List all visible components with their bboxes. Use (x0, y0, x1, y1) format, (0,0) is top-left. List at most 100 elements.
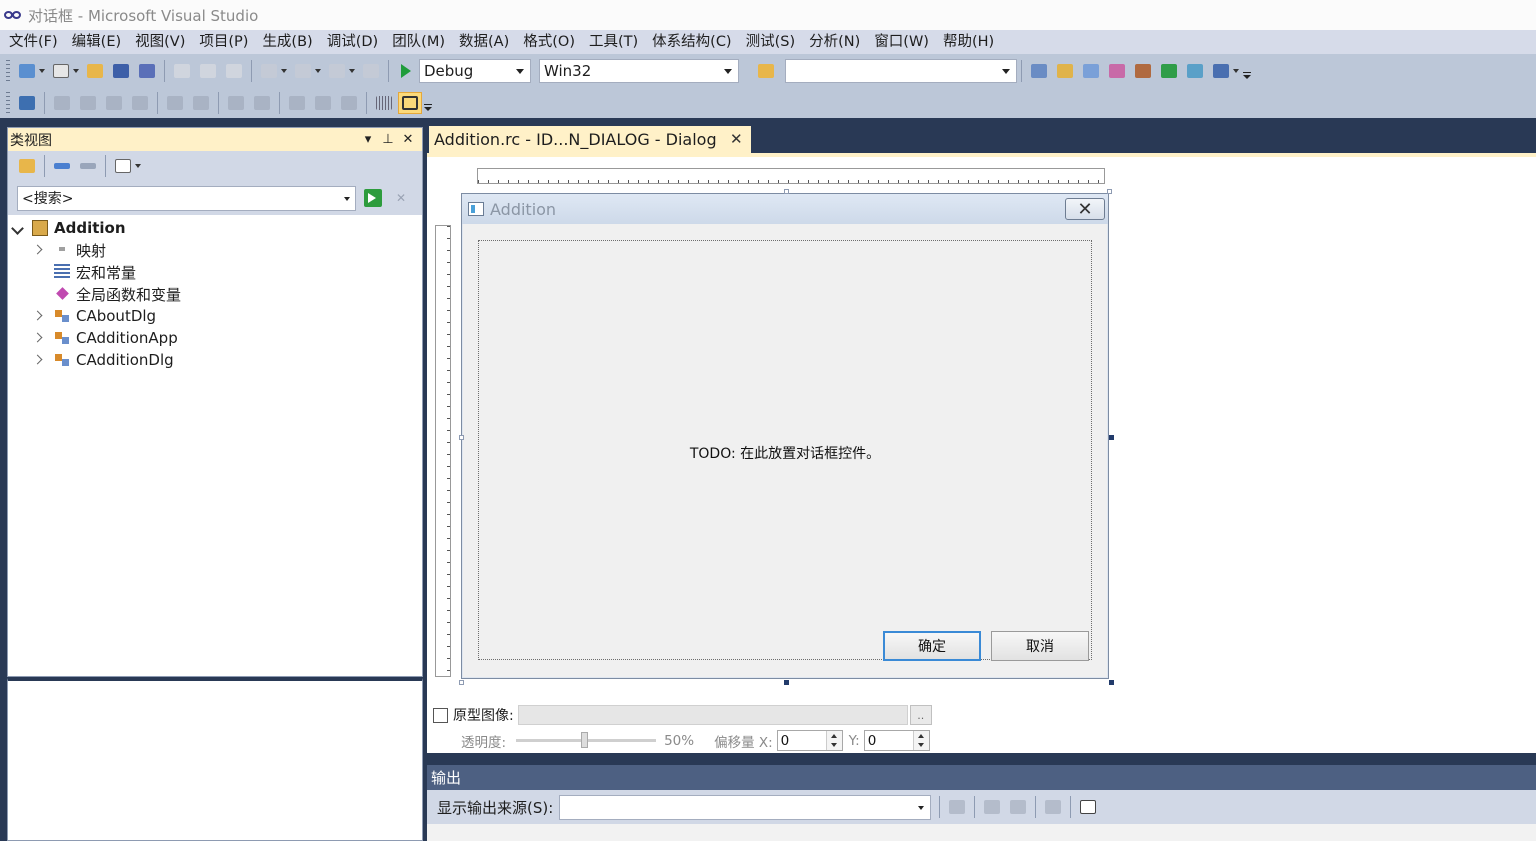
paste-icon[interactable] (222, 60, 246, 82)
solution-platform-select[interactable]: Win32 (539, 58, 739, 83)
menu-file[interactable]: 文件(F) (2, 31, 65, 53)
ok-button[interactable]: 确定 (883, 631, 981, 661)
resize-handle[interactable] (459, 435, 464, 440)
class-view-settings-icon[interactable] (111, 155, 135, 177)
forward-arrow-icon[interactable] (76, 155, 100, 177)
menu-debug[interactable]: 调试(D) (320, 31, 385, 53)
align-left-icon[interactable] (50, 92, 74, 114)
save-all-icon[interactable] (135, 60, 159, 82)
find-symbol-icon[interactable] (1027, 60, 1051, 82)
toggle-word-wrap-icon[interactable] (1076, 796, 1100, 818)
start-page-icon[interactable] (1157, 60, 1181, 82)
find-message-in-code-icon[interactable] (945, 796, 969, 818)
redo-icon[interactable] (291, 60, 315, 82)
dialog-editor-surface[interactable]: Addition ✕ TODO: 在此放置对话框控件。 确定 取消 原型图像: … (427, 153, 1536, 753)
copy-icon[interactable] (196, 60, 220, 82)
expand-chevron-icon[interactable] (34, 310, 46, 322)
menu-help[interactable]: 帮助(H) (936, 31, 1001, 53)
cut-icon[interactable] (170, 60, 194, 82)
resize-handle[interactable] (784, 680, 789, 685)
toolbar-overflow-icon[interactable] (423, 92, 433, 114)
horizontal-ruler[interactable] (477, 168, 1105, 184)
menu-edit[interactable]: 编辑(E) (65, 31, 128, 53)
auto-hide-pin-icon[interactable]: ⊥ (378, 130, 398, 148)
find-combo[interactable] (785, 58, 1017, 83)
new-project-icon[interactable] (15, 60, 39, 82)
solution-configuration-select[interactable]: Debug (419, 58, 531, 83)
new-folder-icon[interactable] (15, 155, 39, 177)
close-tab-icon[interactable]: ✕ (730, 126, 743, 153)
navigate-backward-icon[interactable] (325, 60, 349, 82)
start-debugging-icon[interactable] (394, 60, 418, 82)
center-vertical-icon[interactable] (163, 92, 187, 114)
tree-node-class[interactable]: CAdditionDlg (8, 349, 422, 371)
object-browser-icon[interactable] (1105, 60, 1129, 82)
vertical-ruler[interactable] (435, 225, 451, 677)
output-source-select[interactable] (559, 794, 932, 820)
tree-node-project[interactable]: Addition (8, 217, 422, 239)
todo-static-text[interactable]: TODO: 在此放置对话框控件。 (479, 443, 1091, 463)
document-tab-dialog[interactable]: Addition.rc - ID...N_DIALOG - Dialog ✕ (429, 126, 751, 153)
align-right-icon[interactable] (76, 92, 100, 114)
toolbar-grip[interactable] (6, 59, 10, 82)
toolbox-icon[interactable] (1131, 60, 1155, 82)
align-bottom-icon[interactable] (128, 92, 152, 114)
resize-handle[interactable] (1109, 435, 1114, 440)
dialog-close-icon[interactable]: ✕ (1065, 198, 1105, 220)
menu-test[interactable]: 测试(S) (739, 31, 803, 53)
prototype-image-checkbox[interactable] (433, 707, 448, 723)
save-icon[interactable] (109, 60, 133, 82)
menu-project[interactable]: 项目(P) (192, 31, 255, 53)
undo-icon[interactable] (257, 60, 281, 82)
open-file-icon[interactable] (83, 60, 107, 82)
properties-window-icon[interactable] (1079, 60, 1103, 82)
extension-manager-icon[interactable] (1183, 60, 1207, 82)
make-same-size-icon[interactable] (337, 92, 361, 114)
toolbar-overflow-icon[interactable] (1242, 60, 1252, 82)
tree-node-class[interactable]: CAdditionApp (8, 327, 422, 349)
menu-tools[interactable]: 工具(T) (582, 31, 645, 53)
search-go-icon[interactable] (364, 189, 382, 207)
class-view-members-pane[interactable] (7, 678, 423, 841)
window-position-dropdown-icon[interactable]: ▾ (358, 130, 378, 148)
tree-node-macros[interactable]: 宏和常量 (8, 261, 422, 283)
solution-explorer-icon[interactable] (1053, 60, 1077, 82)
menu-format[interactable]: 格式(O) (516, 31, 582, 53)
class-view-search-input[interactable]: <搜索> (17, 185, 356, 211)
make-same-height-icon[interactable] (311, 92, 335, 114)
center-horizontal-icon[interactable] (189, 92, 213, 114)
collapse-chevron-icon[interactable] (12, 222, 24, 234)
expand-chevron-icon[interactable] (34, 244, 46, 256)
expand-chevron-icon[interactable] (34, 332, 46, 344)
menu-architecture[interactable]: 体系结构(C) (645, 31, 738, 53)
menu-view[interactable]: 视图(V) (128, 31, 192, 53)
menu-data[interactable]: 数据(A) (452, 31, 516, 53)
dialog-preview[interactable]: Addition ✕ TODO: 在此放置对话框控件。 确定 取消 (461, 193, 1109, 679)
menu-window[interactable]: 窗口(W) (867, 31, 936, 53)
back-arrow-icon[interactable] (50, 155, 74, 177)
find-in-files-icon[interactable] (754, 60, 778, 82)
command-window-icon[interactable] (1209, 60, 1233, 82)
cancel-button[interactable]: 取消 (991, 631, 1089, 661)
resize-handle[interactable] (459, 680, 464, 685)
make-same-width-icon[interactable] (285, 92, 309, 114)
add-item-icon[interactable] (49, 60, 73, 82)
close-panel-icon[interactable]: ✕ (398, 130, 418, 148)
space-down-icon[interactable] (250, 92, 274, 114)
toggle-guides-icon[interactable] (398, 91, 422, 114)
tree-node-globals[interactable]: 全局函数和变量 (8, 283, 422, 305)
toolbar-grip[interactable] (6, 91, 10, 114)
resize-handle[interactable] (1107, 189, 1112, 194)
tree-node-class[interactable]: CAboutDlg (8, 305, 422, 327)
dialog-client-area[interactable]: TODO: 在此放置对话框控件。 确定 取消 (478, 240, 1092, 661)
expand-chevron-icon[interactable] (34, 354, 46, 366)
space-across-icon[interactable] (224, 92, 248, 114)
clear-all-icon[interactable] (1041, 796, 1065, 818)
menu-team[interactable]: 团队(M) (385, 31, 452, 53)
menu-analyze[interactable]: 分析(N) (802, 31, 867, 53)
menu-build[interactable]: 生成(B) (255, 31, 319, 53)
clear-search-icon[interactable]: ✕ (392, 189, 410, 207)
previous-message-icon[interactable] (980, 796, 1004, 818)
output-text-area[interactable] (427, 824, 1536, 841)
align-top-icon[interactable] (102, 92, 126, 114)
